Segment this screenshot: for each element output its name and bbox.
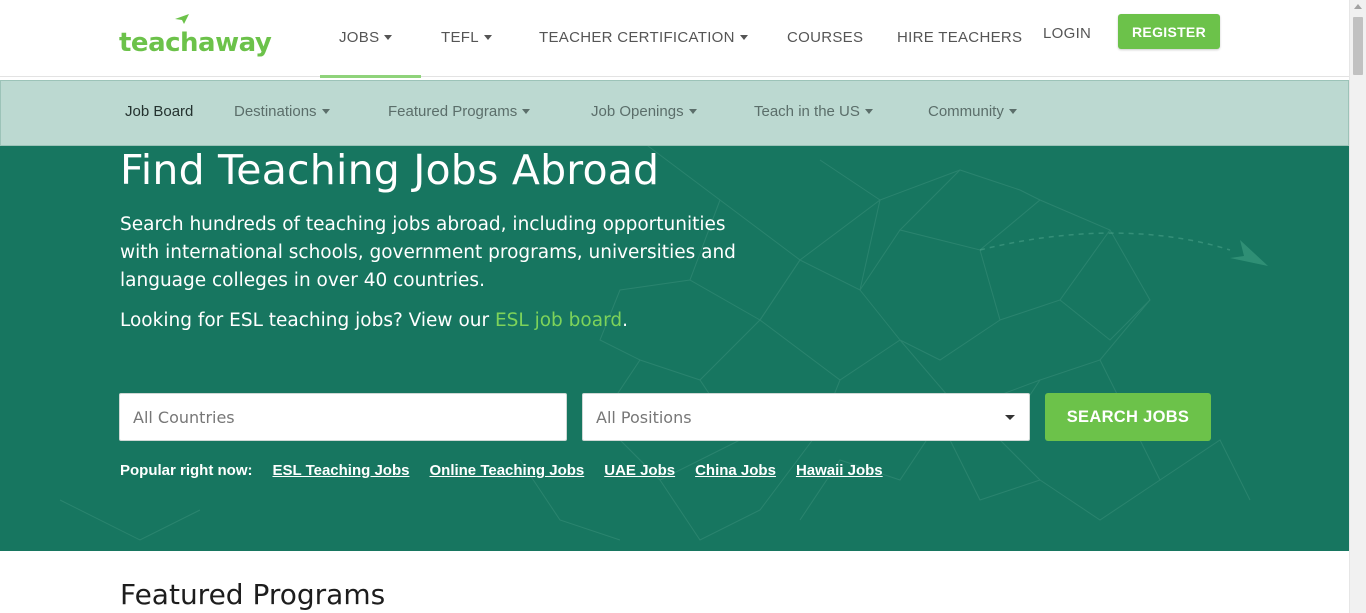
login-link[interactable]: LOGIN [1043,25,1091,42]
caret-down-icon [864,109,873,114]
subnav-featured-programs-label: Featured Programs [388,103,518,120]
subnav-teach-in-us[interactable]: Teach in the US [754,103,873,120]
page-scrollbar[interactable] [1349,0,1366,613]
subnav-job-board-label: Job Board [125,103,194,120]
register-button[interactable]: REGISTER [1118,14,1220,49]
nav-courses-label: COURSES [787,29,864,46]
active-nav-indicator [320,75,421,78]
subnav-community-label: Community [928,103,1004,120]
popular-link-hawaii-jobs[interactable]: Hawaii Jobs [796,462,883,479]
nav-tefl-label: TEFL [441,29,479,46]
esl-prompt-suffix: . [622,310,628,331]
nav-tefl[interactable]: TEFL [441,29,492,46]
subnav-job-board[interactable]: Job Board [125,103,193,120]
esl-job-board-link[interactable]: ESL job board [495,310,622,331]
caret-down-icon [522,109,531,114]
nav-teacher-certification[interactable]: TEACHER CERTIFICATION [539,29,748,46]
subnav-job-openings[interactable]: Job Openings [591,103,697,120]
nav-jobs-label: JOBS [339,29,380,46]
country-placeholder: All Countries [133,407,235,427]
position-select[interactable]: All Positions [582,393,1030,441]
nav-hire-teachers-label: HIRE TEACHERS [897,29,1023,46]
country-search-input[interactable]: All Countries [119,393,567,441]
caret-down-icon [688,109,697,114]
subnav-community[interactable]: Community [928,103,1017,120]
scrollbar-thumb[interactable] [1353,17,1363,75]
logo-text: teachaway [119,28,272,58]
caret-down-icon [739,35,748,40]
login-label: LOGIN [1043,25,1092,42]
caret-down-icon [1008,109,1017,114]
caret-down-icon [483,35,492,40]
nav-hire-teachers[interactable]: HIRE TEACHERS [897,29,1022,46]
popular-link-esl-teaching-jobs[interactable]: ESL Teaching Jobs [273,462,410,479]
popular-link-online-teaching-jobs[interactable]: Online Teaching Jobs [429,462,584,479]
popular-searches: Popular right now: ESL Teaching Jobs Onl… [120,462,903,479]
popular-label: Popular right now: [120,462,253,479]
subnav-teach-in-us-label: Teach in the US [754,103,860,120]
scroll-up-arrow-icon[interactable] [1354,4,1362,9]
position-selected-value: All Positions [596,407,692,427]
esl-prompt-text: Looking for ESL teaching jobs? View our [120,310,495,331]
page-title: Find Teaching Jobs Abroad [120,146,660,194]
secondary-navigation: Job Board Destinations Featured Programs… [0,80,1349,146]
esl-prompt: Looking for ESL teaching jobs? View our … [120,310,628,331]
caret-down-icon [384,35,393,40]
hero-section: Job Board Destinations Featured Programs… [0,80,1349,551]
nav-courses[interactable]: COURSES [787,29,863,46]
nav-jobs[interactable]: JOBS [339,29,393,46]
subnav-job-openings-label: Job Openings [591,103,684,120]
subnav-destinations[interactable]: Destinations [234,103,330,120]
hero-description: Search hundreds of teaching jobs abroad,… [120,214,736,291]
top-navigation: teachaway JOBS TEFL TEACHER CERTIFICATIO… [0,0,1349,78]
popular-link-china-jobs[interactable]: China Jobs [695,462,776,479]
teachaway-logo[interactable]: teachaway [119,14,272,58]
featured-programs-heading: Featured Programs [120,578,386,611]
search-jobs-button[interactable]: SEARCH JOBS [1045,393,1211,441]
caret-down-icon [321,109,330,114]
paper-plane-icon [175,14,189,24]
nav-teacher-certification-label: TEACHER CERTIFICATION [539,29,735,46]
subnav-destinations-label: Destinations [234,103,317,120]
subnav-featured-programs[interactable]: Featured Programs [388,103,531,120]
popular-link-uae-jobs[interactable]: UAE Jobs [604,462,675,479]
chevron-down-icon [1005,415,1015,420]
